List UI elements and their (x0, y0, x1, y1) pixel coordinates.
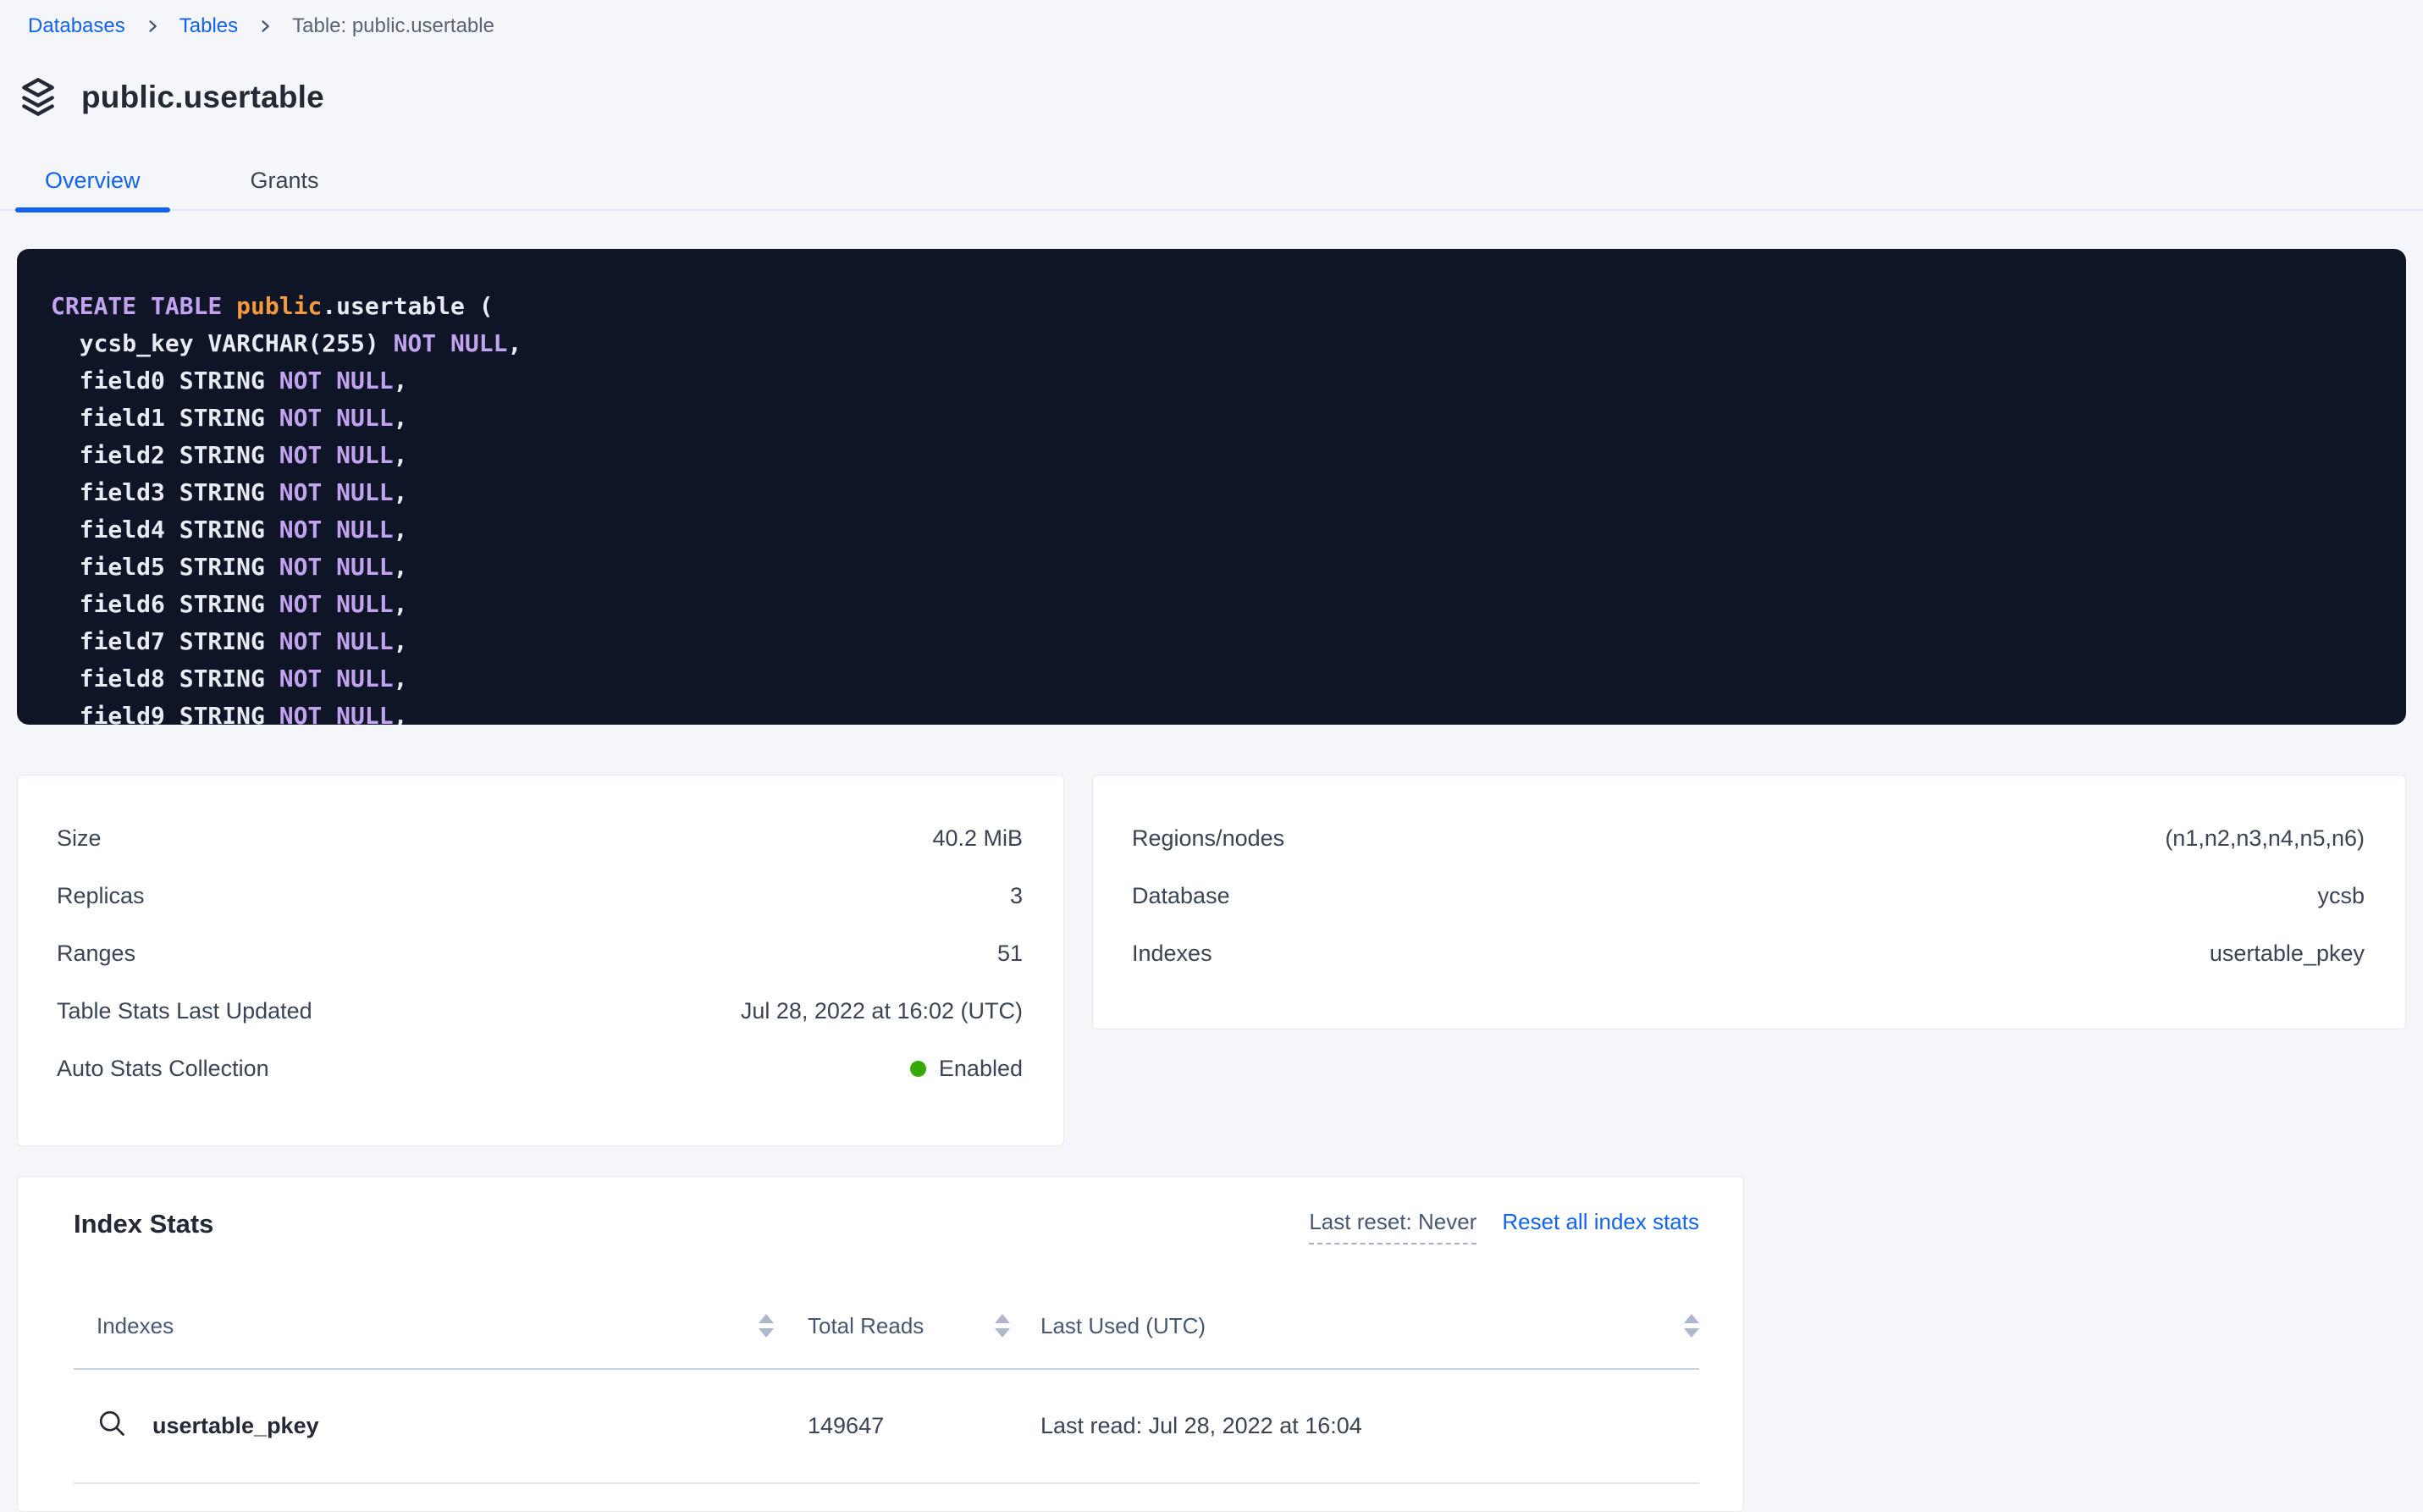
stat-row-size: Size 40.2 MiB (57, 809, 1023, 867)
sort-arrows-icon[interactable] (1684, 1314, 1699, 1338)
page-title: public.usertable (81, 80, 324, 115)
last-reset-label: Last reset: Never (1309, 1209, 1476, 1244)
stat-value: 51 (997, 941, 1023, 967)
summary-cards: Size 40.2 MiB Replicas 3 Ranges 51 Table… (17, 775, 2406, 1146)
sort-arrows-icon[interactable] (759, 1314, 774, 1338)
stat-label: Ranges (57, 941, 135, 967)
stat-value: 40.2 MiB (932, 825, 1023, 852)
stack-icon (17, 74, 59, 121)
stat-value: (n1,n2,n3,n4,n5,n6) (2165, 825, 2365, 852)
stat-row-replicas: Replicas 3 (57, 867, 1023, 924)
stat-label: Regions/nodes (1132, 825, 1284, 852)
stat-label: Table Stats Last Updated (57, 998, 312, 1024)
stat-label: Auto Stats Collection (57, 1056, 269, 1082)
status-dot-enabled (910, 1061, 926, 1077)
index-stats-header: Index Stats Last reset: Never Reset all … (74, 1209, 1699, 1244)
stat-row-indexes: Indexes usertable_pkey (1132, 924, 2365, 982)
column-label: Indexes (97, 1313, 174, 1339)
total-reads-value: 149647 (808, 1413, 1040, 1439)
table-location-card: Regions/nodes (n1,n2,n3,n4,n5,n6) Databa… (1092, 775, 2406, 1029)
stat-value: usertable_pkey (2210, 941, 2365, 967)
table-details-card: Size 40.2 MiB Replicas 3 Ranges 51 Table… (17, 775, 1064, 1146)
index-name-link[interactable]: usertable_pkey (152, 1413, 319, 1439)
index-table-header: Indexes Total Reads Last Used (UTC) (74, 1292, 1699, 1360)
status-text: Enabled (939, 1056, 1023, 1082)
reset-all-index-stats-link[interactable]: Reset all index stats (1502, 1209, 1699, 1235)
stat-row-stats-updated: Table Stats Last Updated Jul 28, 2022 at… (57, 982, 1023, 1040)
table-row: usertable_pkey 149647 Last read: Jul 28,… (74, 1370, 1699, 1482)
chevron-right-icon (257, 18, 273, 35)
stat-value: 3 (1010, 883, 1023, 909)
stat-value: Enabled (910, 1056, 1023, 1082)
stat-row-auto-stats: Auto Stats Collection Enabled (57, 1040, 1023, 1097)
column-header-total-reads[interactable]: Total Reads (808, 1313, 1040, 1339)
index-stats-controls: Last reset: Never Reset all index stats (1309, 1209, 1699, 1244)
index-stats-card: Index Stats Last reset: Never Reset all … (17, 1176, 1744, 1512)
stat-label: Indexes (1132, 941, 1212, 967)
breadcrumb: Databases Tables Table: public.usertable (0, 0, 2423, 41)
stat-label: Replicas (57, 883, 145, 909)
stat-row-regions: Regions/nodes (n1,n2,n3,n4,n5,n6) (1132, 809, 2365, 867)
column-label: Last Used (UTC) (1040, 1313, 1206, 1339)
create-table-statement[interactable]: CREATE TABLE public.usertable ( ycsb_key… (17, 249, 2406, 725)
search-icon (97, 1408, 127, 1444)
stat-value: ycsb (2317, 883, 2365, 909)
stat-label: Size (57, 825, 102, 852)
divider (74, 1482, 1699, 1484)
breadcrumb-link-tables[interactable]: Tables (179, 14, 238, 38)
column-header-indexes[interactable]: Indexes (97, 1313, 808, 1339)
breadcrumb-link-databases[interactable]: Databases (28, 14, 125, 38)
breadcrumb-current: Table: public.usertable (292, 14, 494, 38)
index-stats-title: Index Stats (74, 1209, 213, 1239)
tab-overview[interactable]: Overview (15, 161, 170, 209)
chevron-right-icon (144, 18, 161, 35)
stat-row-ranges: Ranges 51 (57, 924, 1023, 982)
page-header: public.usertable (17, 76, 2423, 119)
stat-row-database: Database ycsb (1132, 867, 2365, 924)
tab-bar: Overview Grants (0, 161, 2423, 211)
last-used-value: Last read: Jul 28, 2022 at 16:04 (1040, 1413, 1699, 1439)
tab-grants[interactable]: Grants (221, 161, 349, 209)
sort-arrows-icon[interactable] (995, 1314, 1010, 1338)
column-header-last-used[interactable]: Last Used (UTC) (1040, 1313, 1699, 1339)
stat-value: Jul 28, 2022 at 16:02 (UTC) (741, 998, 1023, 1024)
column-label: Total Reads (808, 1313, 924, 1339)
stat-label: Database (1132, 883, 1230, 909)
